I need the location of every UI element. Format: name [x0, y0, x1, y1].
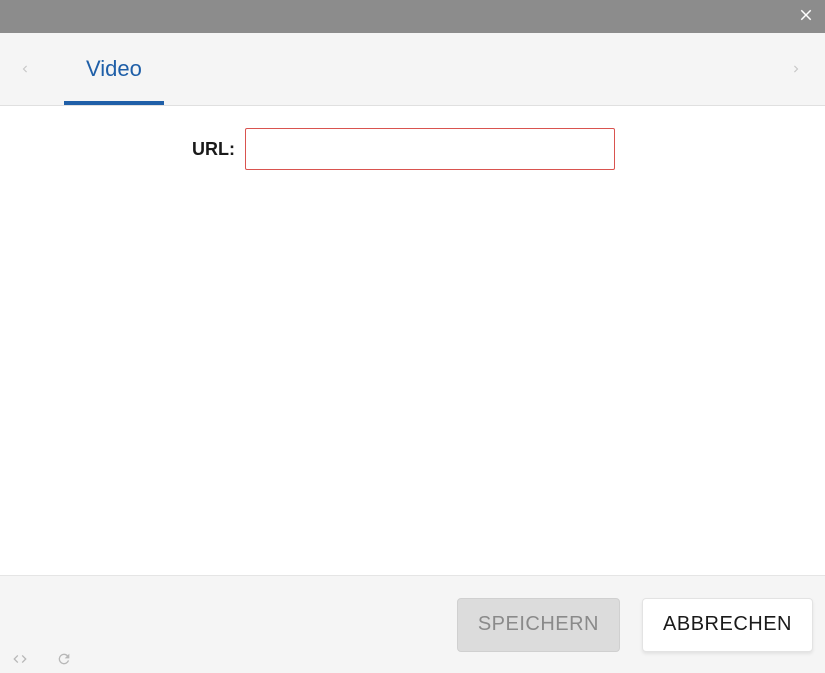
modal-title-bar	[0, 0, 825, 33]
tab-label: Video	[86, 56, 142, 82]
cancel-button-label: ABBRECHEN	[663, 613, 792, 636]
tab-bar: Video	[0, 33, 825, 106]
chevron-right-icon[interactable]	[785, 57, 807, 81]
content-area: URL:	[0, 106, 825, 575]
save-button[interactable]: SPEICHERN	[457, 598, 620, 652]
footer: SPEICHERN ABBRECHEN	[0, 575, 825, 673]
cancel-button[interactable]: ABBRECHEN	[642, 598, 813, 652]
close-icon[interactable]	[797, 6, 815, 28]
code-icon[interactable]	[12, 651, 28, 667]
refresh-icon[interactable]	[56, 651, 72, 667]
tab-video[interactable]: Video	[64, 33, 164, 105]
url-row: URL:	[0, 128, 825, 170]
url-input[interactable]	[245, 128, 615, 170]
save-button-label: SPEICHERN	[478, 613, 599, 636]
url-label: URL:	[0, 139, 245, 160]
chevron-left-icon[interactable]	[14, 57, 36, 81]
